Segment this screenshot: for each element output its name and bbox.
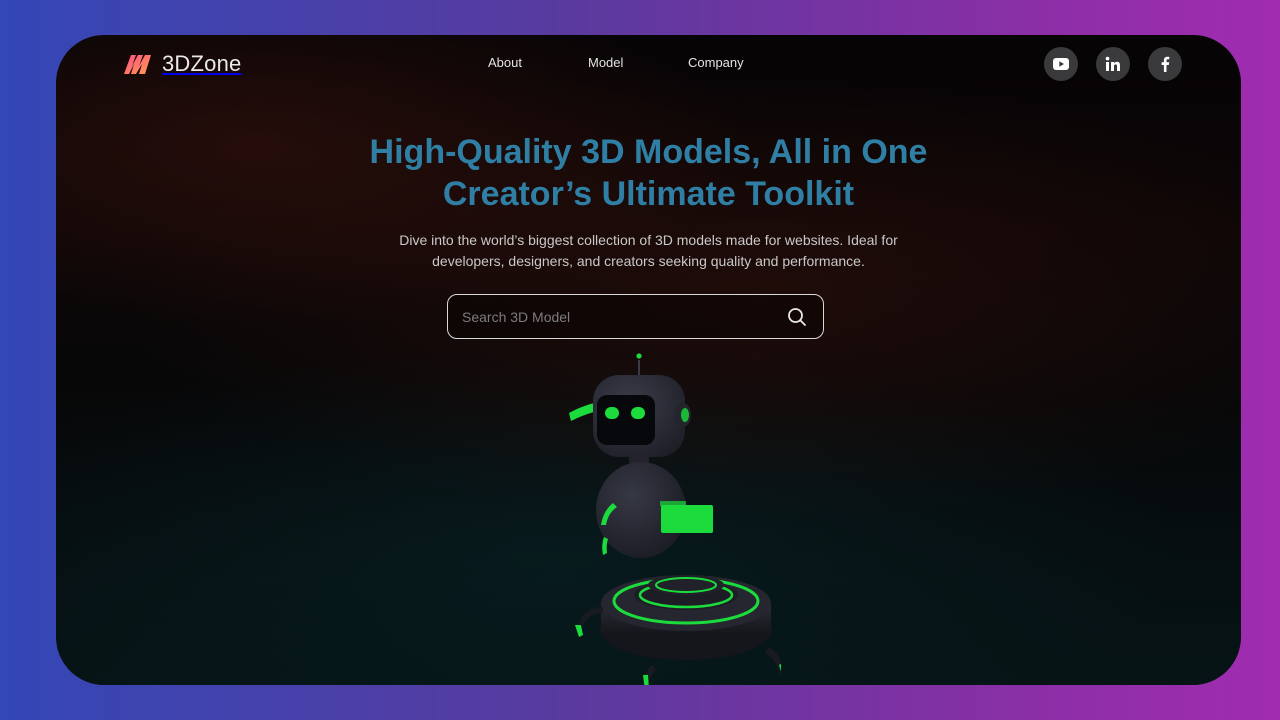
- search-button[interactable]: [785, 305, 809, 329]
- logo-mark-icon: [124, 55, 151, 74]
- search-bar: [447, 294, 824, 339]
- linkedin-link[interactable]: [1096, 47, 1130, 81]
- search-input[interactable]: [462, 308, 785, 325]
- page-frame: 3DZone About Model Company High-Quality …: [56, 35, 1241, 685]
- youtube-icon: [1053, 58, 1069, 70]
- youtube-link[interactable]: [1044, 47, 1078, 81]
- hero-title-line-2: Creator’s Ultimate Toolkit: [442, 175, 855, 213]
- brand-logo[interactable]: 3DZone: [122, 51, 241, 77]
- brand-name: 3DZone: [162, 51, 242, 76]
- hero-subtitle-line-2: developers, designers, and creators seek…: [432, 253, 865, 269]
- search-icon: [788, 307, 806, 326]
- nav-link-company[interactable]: Company: [688, 55, 744, 70]
- hero-title: High-Quality 3D Models, All in One Creat…: [56, 131, 1241, 215]
- nav-link-about[interactable]: About: [488, 55, 522, 70]
- facebook-link[interactable]: [1148, 47, 1182, 81]
- hero-subtitle-line-1: Dive into the world’s biggest collection…: [399, 232, 898, 248]
- robot-3d-model-image: [569, 353, 781, 685]
- hero-subtitle: Dive into the world’s biggest collection…: [356, 230, 941, 272]
- hero-title-line-1: High-Quality 3D Models, All in One: [369, 133, 928, 171]
- social-links: [1044, 47, 1182, 81]
- linkedin-icon: [1105, 56, 1120, 71]
- nav-link-model[interactable]: Model: [588, 55, 623, 70]
- facebook-icon: [1161, 56, 1170, 72]
